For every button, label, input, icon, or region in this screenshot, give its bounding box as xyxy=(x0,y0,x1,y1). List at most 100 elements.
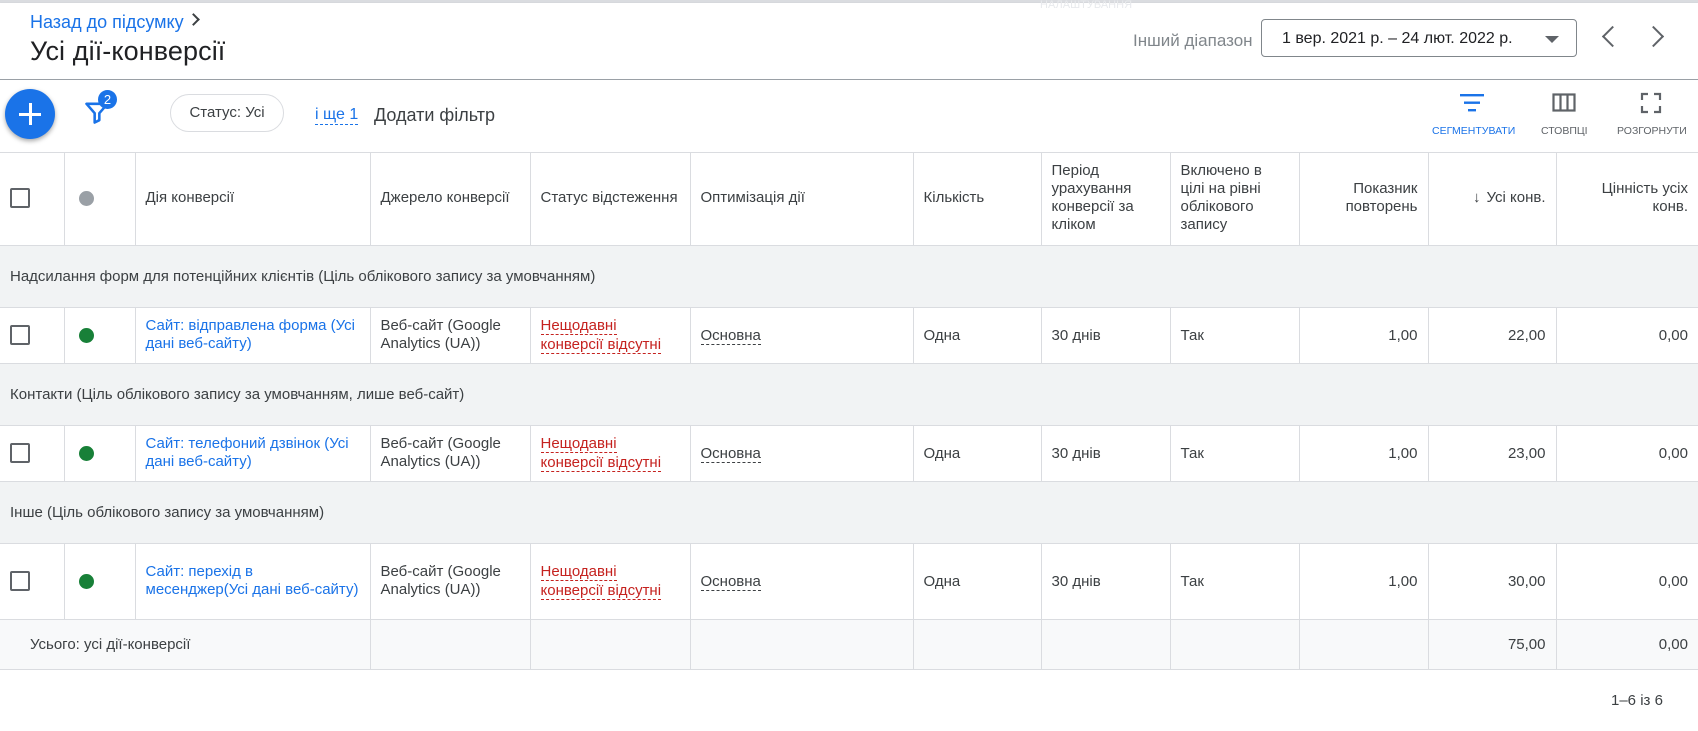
included-value: Так xyxy=(1170,425,1300,482)
row-checkbox[interactable] xyxy=(10,443,30,463)
previous-period-icon[interactable] xyxy=(1601,25,1624,48)
fullscreen-icon xyxy=(1640,92,1662,114)
status-enabled-icon xyxy=(78,327,94,343)
column-header-source[interactable]: Джерело конверсії xyxy=(370,152,531,246)
all-value-value: 0,00 xyxy=(1556,307,1698,364)
total-empty-cell xyxy=(370,619,531,670)
total-empty-cell xyxy=(690,619,914,670)
status-filter-chip[interactable]: Статус: Усі xyxy=(170,94,284,132)
conversion-source: Веб-сайт (Google Analytics (UA)) xyxy=(380,563,501,598)
all-conv-value: 22,00 xyxy=(1428,307,1557,364)
column-header-included[interactable]: Включено в цілі на рівні облікового запи… xyxy=(1170,152,1300,246)
group-row: Інше (Ціль облікового запису за умовчанн… xyxy=(0,481,1698,544)
segment-label: СЕГМЕНТУВАТИ xyxy=(1432,125,1516,137)
tracking-status-line1: Нещодавні xyxy=(540,563,617,581)
repeat-rate-value: 1,00 xyxy=(1299,543,1429,620)
select-all-cell xyxy=(0,152,65,246)
all-conv-value: 30,00 xyxy=(1428,543,1557,620)
columns-button[interactable]: СТОВПЦІ xyxy=(1541,92,1588,137)
group-title: Інше (Ціль облікового запису за умовчанн… xyxy=(0,481,1698,544)
columns-label: СТОВПЦІ xyxy=(1541,125,1588,137)
total-label: Усього: усі дії-конверсії xyxy=(0,619,371,670)
row-select-cell xyxy=(0,425,65,482)
expand-label: РОЗГОРНУТИ xyxy=(1617,125,1687,137)
date-range-label: Інший діапазон xyxy=(1133,31,1253,50)
included-value: Так xyxy=(1170,543,1300,620)
conversion-action-link[interactable]: Сайт: телефоний дзвінок (Усі дані веб-са… xyxy=(146,435,360,471)
status-column-icon xyxy=(78,190,94,206)
status-enabled-icon xyxy=(78,573,94,589)
all-value-value: 0,00 xyxy=(1556,543,1698,620)
tracking-status[interactable]: Нещодавні конверсії відсутні xyxy=(540,316,680,354)
tracking-status-line1: Нещодавні xyxy=(540,317,617,335)
total-all-conv: 75,00 xyxy=(1428,619,1557,670)
status-header-cell xyxy=(64,152,136,246)
column-header-repeat-rate[interactable]: Показник повторень xyxy=(1299,152,1429,246)
window-value: 30 днів xyxy=(1041,543,1171,620)
expand-button[interactable]: РОЗГОРНУТИ xyxy=(1617,92,1687,137)
column-header-tracking[interactable]: Статус відстеження xyxy=(530,152,691,246)
total-row: Усього: усі дії-конверсії 75,00 0,00 xyxy=(0,619,1698,670)
page-header: Назад до підсумку Усі дії-конверсії НАЛА… xyxy=(0,0,1698,80)
optimization-value[interactable]: Основна xyxy=(700,326,761,345)
all-conv-value: 23,00 xyxy=(1428,425,1557,482)
more-filters-link[interactable]: і ще 1 xyxy=(315,106,359,125)
add-filter-button[interactable]: Додати фільтр xyxy=(374,105,495,126)
tracking-status-line2: конверсії відсутні xyxy=(540,336,662,354)
page-title: Усі дії-конверсії xyxy=(30,36,226,66)
group-row: Надсилання форм для потенційних клієнтів… xyxy=(0,245,1698,308)
segment-button[interactable]: СЕГМЕНТУВАТИ xyxy=(1432,92,1516,137)
row-select-cell xyxy=(0,307,65,364)
tracking-status[interactable]: Нещодавні конверсії відсутні xyxy=(540,434,680,472)
total-all-value: 0,00 xyxy=(1556,619,1698,670)
window-value: 30 днів xyxy=(1041,307,1171,364)
select-all-checkbox[interactable] xyxy=(10,188,30,209)
optimization-value[interactable]: Основна xyxy=(700,572,761,591)
back-to-summary-link[interactable]: Назад до підсумку xyxy=(30,12,184,33)
date-range-value: 1 вер. 2021 р. – 24 лют. 2022 р. xyxy=(1282,30,1513,47)
tracking-status-line2: конверсії відсутні xyxy=(540,454,662,472)
total-empty-cell xyxy=(1299,619,1429,670)
row-checkbox[interactable] xyxy=(10,571,30,591)
group-title: Надсилання форм для потенційних клієнтів… xyxy=(0,245,1698,308)
filter-count-badge: 2 xyxy=(98,90,117,109)
table-row: Сайт: перехід в месенджер(Усі дані веб-с… xyxy=(0,543,1698,620)
tracking-status[interactable]: Нещодавні конверсії відсутні xyxy=(540,562,680,600)
sort-descending-icon: ↓ xyxy=(1472,189,1481,207)
add-conversion-button[interactable] xyxy=(5,89,55,139)
count-value: Одна xyxy=(913,307,1042,364)
table-row: Сайт: телефоний дзвінок (Усі дані веб-са… xyxy=(0,425,1698,482)
table-row: Сайт: відправлена форма (Усі дані веб-са… xyxy=(0,307,1698,364)
conversion-source: Веб-сайт (Google Analytics (UA)) xyxy=(380,435,501,470)
status-enabled-icon xyxy=(78,445,94,461)
row-select-cell xyxy=(0,543,65,620)
column-header-all-value[interactable]: Цінність усіх конв. xyxy=(1556,152,1698,246)
column-header-window[interactable]: Період урахування конверсії за кліком xyxy=(1041,152,1171,246)
group-title: Контакти (Ціль облікового запису за умов… xyxy=(0,363,1698,426)
count-value: Одна xyxy=(913,425,1042,482)
column-header-optimization[interactable]: Оптимізація дії xyxy=(690,152,914,246)
total-empty-cell xyxy=(913,619,1042,670)
repeat-rate-value: 1,00 xyxy=(1299,307,1429,364)
included-value: Так xyxy=(1170,307,1300,364)
column-header-all-conv[interactable]: ↓ Усі конв. xyxy=(1428,152,1557,246)
next-period-icon[interactable] xyxy=(1642,25,1665,48)
total-empty-cell xyxy=(530,619,691,670)
caret-down-icon xyxy=(1545,36,1559,43)
table-toolbar: 2 Статус: Усі і ще 1 Додати фільтр СЕГМЕ… xyxy=(0,80,1698,153)
conversion-action-link[interactable]: Сайт: перехід в месенджер(Усі дані веб-с… xyxy=(146,563,360,599)
row-status-cell xyxy=(64,543,136,620)
table-header-row: Дія конверсії Джерело конверсії Статус в… xyxy=(0,152,1698,246)
date-range-picker[interactable]: 1 вер. 2021 р. – 24 лют. 2022 р. xyxy=(1261,19,1577,57)
conversion-action-link[interactable]: Сайт: відправлена форма (Усі дані веб-са… xyxy=(146,317,360,353)
row-status-cell xyxy=(64,425,136,482)
row-status-cell xyxy=(64,307,136,364)
optimization-value[interactable]: Основна xyxy=(700,444,761,463)
chevron-right-icon xyxy=(187,13,200,26)
segment-icon xyxy=(1460,94,1484,112)
row-checkbox[interactable] xyxy=(10,325,30,345)
total-empty-cell xyxy=(1041,619,1171,670)
column-header-action[interactable]: Дія конверсії xyxy=(135,152,371,246)
column-header-count[interactable]: Кількість xyxy=(913,152,1042,246)
tracking-status-line1: Нещодавні xyxy=(540,435,617,453)
